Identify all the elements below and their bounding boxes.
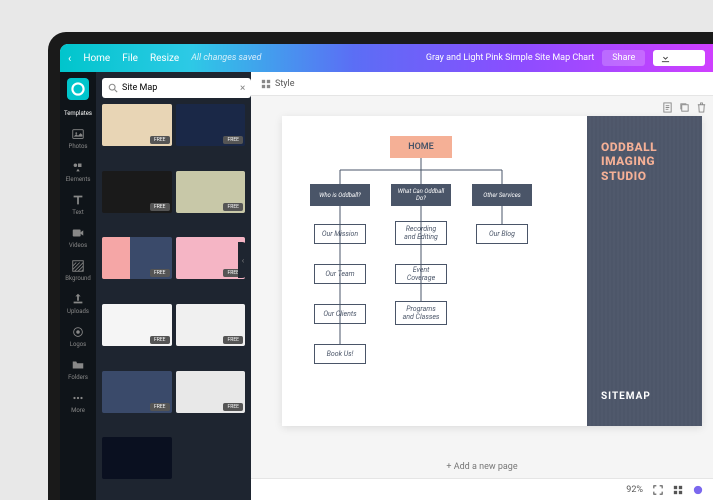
node-leaf: Our Clients	[314, 304, 366, 324]
node-category: What Can Oddball Do?	[391, 184, 451, 206]
brand-title: ODDBALL IMAGING STUDIO	[601, 140, 688, 183]
back-icon[interactable]: ‹	[68, 52, 71, 65]
template-thumb[interactable]: FREE	[176, 171, 246, 213]
photos-icon	[71, 127, 85, 141]
elements-icon	[71, 160, 85, 174]
template-thumb[interactable]: FREE	[102, 237, 172, 279]
node-category: Other Services	[472, 184, 532, 206]
share-button[interactable]: Share	[602, 50, 645, 66]
template-thumb[interactable]: FREE	[102, 104, 172, 146]
rail-elements[interactable]: Elements	[60, 156, 96, 187]
node-category: Who is Oddball?	[310, 184, 370, 206]
brand-footer: SITEMAP	[601, 391, 688, 402]
template-thumb[interactable]	[102, 437, 172, 479]
background-icon	[71, 259, 85, 273]
rail-text[interactable]: Text	[60, 189, 96, 220]
node-leaf: Event Coverage	[395, 264, 447, 284]
canvas-tools	[662, 102, 707, 113]
duplicate-icon[interactable]	[679, 102, 690, 113]
download-button[interactable]: Down	[653, 50, 705, 66]
rail-photos[interactable]: Photos	[60, 123, 96, 154]
node-leaf: Programs and Classes	[395, 301, 447, 325]
node-leaf: Recording and Editing	[395, 221, 447, 245]
save-status: All changes saved	[191, 53, 261, 63]
rail-background[interactable]: Bkground	[60, 255, 96, 286]
sitemap-diagram: HOME Who is Oddball? What Can Oddball Do…	[282, 116, 587, 426]
template-thumb[interactable]: FREE	[176, 237, 246, 279]
design-canvas[interactable]: HOME Who is Oddball? What Can Oddball Do…	[282, 116, 702, 426]
add-page-button[interactable]: + Add a new page	[251, 456, 713, 478]
template-thumb[interactable]: FREE	[176, 304, 246, 346]
templates-panel: × FREE FREE FREE FREE FREE FREE FREE FRE…	[96, 72, 251, 500]
template-thumb[interactable]: FREE	[102, 304, 172, 346]
trash-icon[interactable]	[696, 102, 707, 113]
search-input-wrap[interactable]: ×	[102, 78, 251, 98]
node-leaf: Our Mission	[314, 224, 366, 244]
rail-templates[interactable]: Templates	[60, 106, 96, 121]
more-icon	[71, 391, 85, 405]
grid-view-icon[interactable]	[673, 485, 683, 495]
rail-more[interactable]: More	[60, 387, 96, 418]
rail-folders[interactable]: Folders	[60, 354, 96, 385]
status-bar: 92%	[251, 478, 713, 500]
rail-uploads[interactable]: Uploads	[60, 288, 96, 319]
node-leaf: Our Blog	[476, 224, 528, 244]
uploads-icon	[71, 292, 85, 306]
fullscreen-icon[interactable]	[653, 485, 663, 495]
left-rail: Templates Photos Elements Text Videos Bk…	[60, 72, 96, 500]
download-icon	[661, 54, 670, 63]
app-screen: ‹ Home File Resize All changes saved Gra…	[60, 44, 713, 500]
document-title[interactable]: Gray and Light Pink Simple Site Map Char…	[426, 53, 594, 63]
template-thumb[interactable]: FREE	[176, 104, 246, 146]
folders-icon	[71, 358, 85, 372]
file-menu[interactable]: File	[122, 53, 138, 64]
resize-menu[interactable]: Resize	[150, 53, 179, 64]
search-icon	[108, 83, 118, 93]
style-icon	[261, 79, 271, 89]
template-thumb[interactable]: FREE	[102, 371, 172, 413]
laptop-frame: ‹ Home File Resize All changes saved Gra…	[48, 32, 713, 500]
brand-sidebar: ODDBALL IMAGING STUDIO SITEMAP	[587, 116, 702, 426]
node-home: HOME	[390, 136, 452, 158]
top-menubar: ‹ Home File Resize All changes saved Gra…	[60, 44, 713, 72]
zoom-level[interactable]: 92%	[626, 485, 643, 495]
node-leaf: Book Us!	[314, 344, 366, 364]
videos-icon	[71, 226, 85, 240]
rail-videos[interactable]: Videos	[60, 222, 96, 253]
search-input[interactable]	[122, 83, 236, 93]
clear-search-icon[interactable]: ×	[240, 83, 245, 94]
style-toolbar[interactable]: Style	[251, 72, 713, 96]
panel-collapse-handle[interactable]: ‹	[238, 242, 248, 278]
rail-logos[interactable]: Logos	[60, 321, 96, 352]
text-icon	[71, 193, 85, 207]
home-nav[interactable]: Home	[83, 53, 110, 64]
node-leaf: Our Team	[314, 264, 366, 284]
template-thumb[interactable]: FREE	[102, 171, 172, 213]
logos-icon	[71, 325, 85, 339]
canva-logo-icon[interactable]	[67, 78, 89, 100]
canvas-area: Style HOME Who is Oddball? Wha	[251, 72, 713, 500]
notes-icon[interactable]	[662, 102, 673, 113]
main-area: Templates Photos Elements Text Videos Bk…	[60, 72, 713, 500]
template-grid: FREE FREE FREE FREE FREE FREE FREE FREE …	[96, 104, 251, 500]
template-thumb[interactable]: FREE	[176, 371, 246, 413]
help-icon[interactable]	[693, 485, 703, 495]
